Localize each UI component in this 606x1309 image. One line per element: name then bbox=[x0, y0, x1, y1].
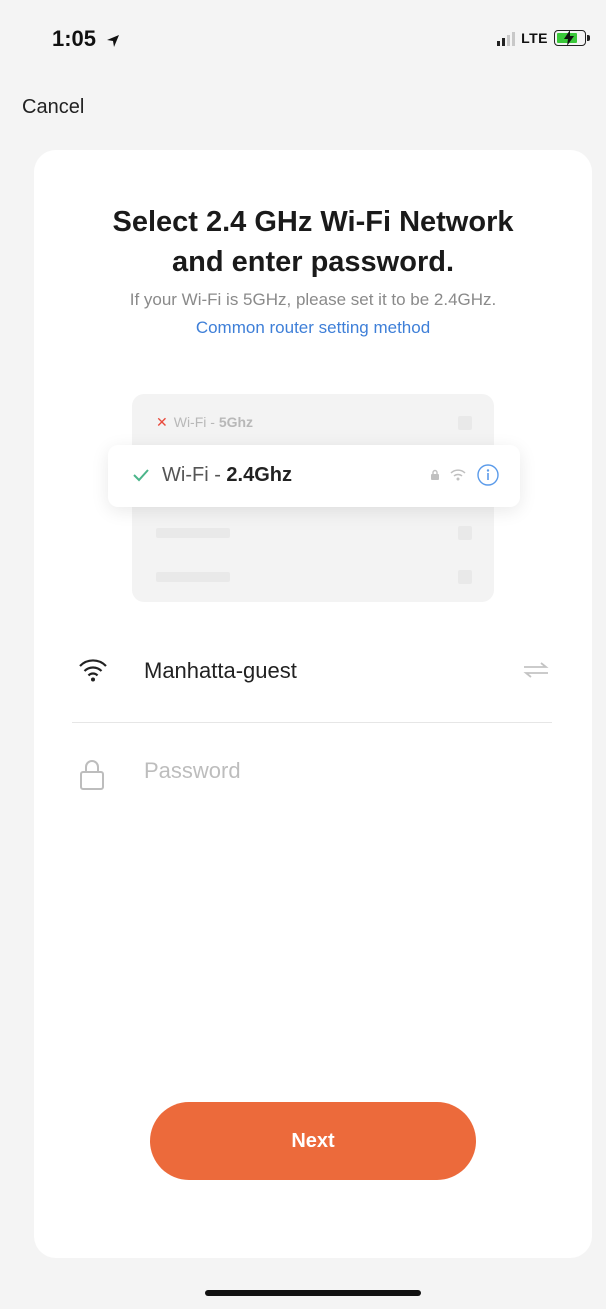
status-time: 1:05 bbox=[52, 26, 120, 52]
next-button[interactable]: Next bbox=[150, 1102, 476, 1180]
wifi-24ghz-card: Wi-Fi - 2.4Ghz bbox=[108, 445, 520, 507]
home-indicator bbox=[205, 1290, 421, 1296]
password-field[interactable]: Password bbox=[72, 736, 552, 812]
field-divider bbox=[72, 722, 552, 723]
wifi-5ghz-row: ✕ Wi-Fi - 5Ghz bbox=[156, 414, 253, 431]
lock-icon bbox=[431, 469, 439, 480]
title-line-1: Select 2.4 GHz Wi-Fi Network bbox=[112, 206, 514, 238]
status-bar: 1:05 LTE bbox=[0, 0, 606, 80]
router-setting-link[interactable]: Common router setting method bbox=[34, 318, 592, 338]
placeholder-bar bbox=[156, 528, 230, 538]
status-indicators: LTE bbox=[497, 30, 590, 46]
signal-icon bbox=[497, 30, 516, 46]
battery-icon bbox=[554, 30, 590, 46]
network-label: LTE bbox=[521, 30, 548, 46]
password-input[interactable]: Password bbox=[144, 758, 241, 784]
info-icon bbox=[477, 464, 499, 486]
wifi-24ghz-prefix: Wi-Fi - bbox=[162, 464, 227, 486]
swap-icon[interactable] bbox=[522, 660, 550, 680]
wifi-5ghz-prefix: Wi-Fi - bbox=[173, 414, 219, 430]
wifi-24ghz-icons bbox=[430, 463, 500, 487]
wifi-5ghz-band: 5Ghz bbox=[218, 414, 254, 430]
cancel-button[interactable]: Cancel bbox=[22, 96, 84, 119]
placeholder-square bbox=[458, 416, 472, 430]
check-icon bbox=[133, 469, 149, 482]
close-icon: ✕ bbox=[156, 414, 168, 430]
placeholder-square bbox=[458, 570, 472, 584]
ssid-value[interactable]: Manhatta-guest bbox=[144, 658, 297, 684]
ssid-field[interactable]: Manhatta-guest bbox=[72, 636, 552, 712]
placeholder-bar bbox=[156, 572, 230, 582]
wifi-icon bbox=[79, 659, 107, 682]
wifi-24ghz-band: 2.4Ghz bbox=[226, 464, 292, 486]
title-line-2: and enter password. bbox=[171, 246, 454, 278]
wifi-icon bbox=[450, 469, 466, 481]
subtitle: If your Wi-Fi is 5GHz, please set it to … bbox=[129, 290, 497, 309]
page-title: Select 2.4 GHz Wi-Fi Network and enter p… bbox=[34, 202, 592, 282]
location-arrow-icon bbox=[107, 35, 120, 47]
wifi-24ghz-label: Wi-Fi - 2.4Ghz bbox=[162, 464, 292, 487]
lock-icon bbox=[80, 760, 104, 790]
placeholder-square bbox=[458, 526, 472, 540]
time-text: 1:05 bbox=[52, 26, 97, 51]
main-card: Select 2.4 GHz Wi-Fi Network and enter p… bbox=[34, 150, 592, 1258]
